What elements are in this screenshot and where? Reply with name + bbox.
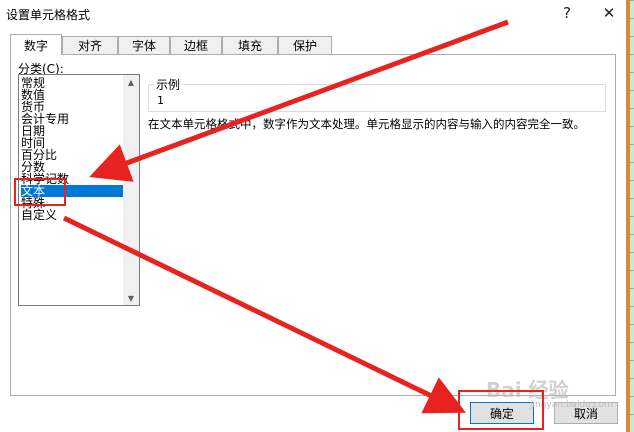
arrow-to-text-category [89,19,509,182]
format-cells-dialog: 设置单元格格式 ? ✕ 数字 对齐 字体 边框 填充 保护 分类(C): 常规 … [0,0,630,432]
arrow-to-ok-button [62,215,466,414]
annotation-arrows [62,19,509,414]
tab-number[interactable]: 数字 [10,34,62,55]
